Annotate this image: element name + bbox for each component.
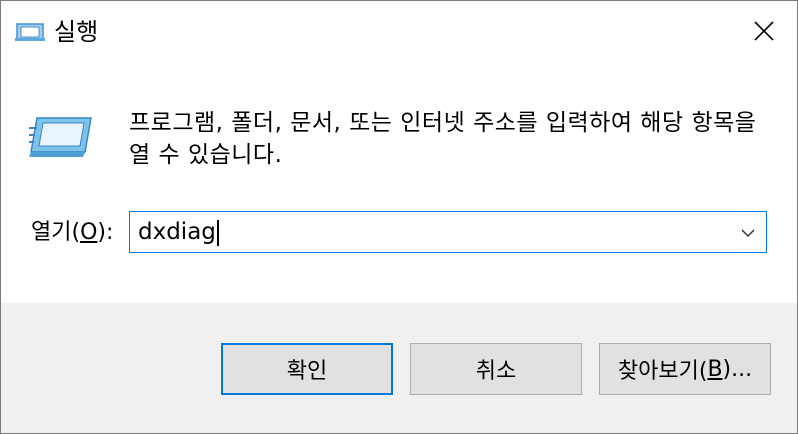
close-button[interactable] [741,11,787,55]
chevron-down-icon [740,223,756,242]
ok-button[interactable]: 확인 [221,343,393,395]
open-combobox[interactable]: dxdiag [129,211,767,253]
open-label: 열기(O): [31,220,114,245]
window-title: 실행 [54,18,99,46]
dropdown-button[interactable] [734,212,762,252]
dialog-content: 프로그램, 폴더, 문서, 또는 인터넷 주소를 입력하여 해당 항목을 열 수… [1,63,797,303]
run-icon [15,22,45,42]
open-input[interactable]: dxdiag [138,212,219,252]
button-bar: 확인 취소 찾아보기(B)... [1,303,797,433]
title-bar[interactable]: 실행 [1,1,797,63]
dialog-description: 프로그램, 폴더, 문서, 또는 인터넷 주소를 입력하여 해당 항목을 열 수… [129,110,757,168]
close-icon [753,20,775,46]
run-dialog: 실행 프로그램, 폴더, 문서, 또는 인터넷 주소를 입력하여 해당 항목을 … [0,0,798,434]
cancel-button[interactable]: 취소 [410,343,582,395]
run-icon [29,116,93,158]
text-caret [216,219,219,246]
browse-button[interactable]: 찾아보기(B)... [599,343,771,395]
